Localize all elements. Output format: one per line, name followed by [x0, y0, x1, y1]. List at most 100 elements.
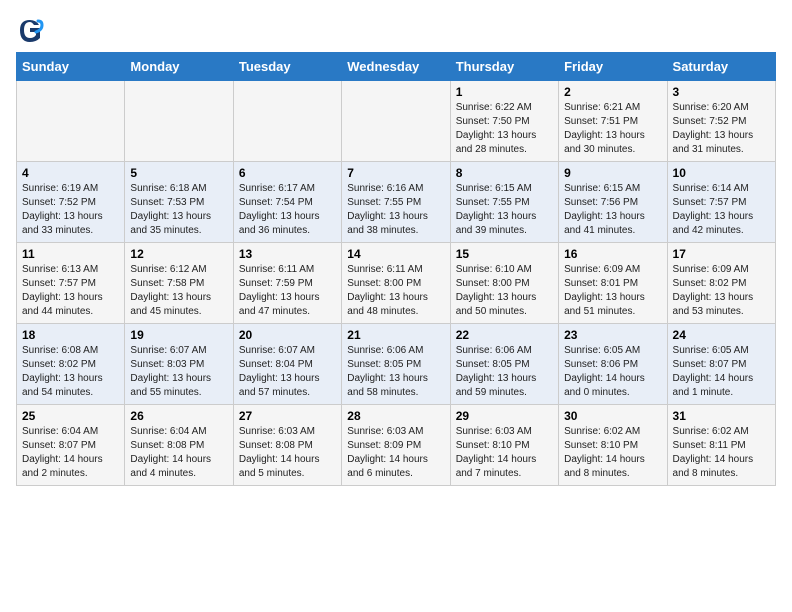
- day-info: Sunrise: 6:20 AM Sunset: 7:52 PM Dayligh…: [673, 101, 770, 157]
- calendar-cell: 23 Sunrise: 6:05 AM Sunset: 8:06 PM Dayli…: [559, 324, 667, 405]
- day-number: 18: [22, 328, 119, 342]
- day-info: Sunrise: 6:15 AM Sunset: 7:56 PM Dayligh…: [564, 182, 661, 238]
- calendar-cell: 31Sunrise: 6:02 AM Sunset: 8:11 PM Dayli…: [667, 405, 775, 486]
- day-number: 23: [564, 328, 661, 342]
- calendar-cell: 1 Sunrise: 6:22 AM Sunset: 7:50 PM Daylig…: [450, 81, 558, 162]
- calendar-cell: 17 Sunrise: 6:09 AM Sunset: 8:02 PM Dayli…: [667, 243, 775, 324]
- day-info: Sunrise: 6:02 AM Sunset: 8:10 PM Dayligh…: [564, 425, 661, 481]
- day-number: 4: [22, 166, 119, 180]
- calendar-cell: [342, 81, 450, 162]
- calendar-cell: 7 Sunrise: 6:16 AM Sunset: 7:55 PM Daylig…: [342, 162, 450, 243]
- day-number: 13: [239, 247, 336, 261]
- day-info: Sunrise: 6:07 AM Sunset: 8:03 PM Dayligh…: [130, 344, 227, 400]
- day-info: Sunrise: 6:21 AM Sunset: 7:51 PM Dayligh…: [564, 101, 661, 157]
- day-info: Sunrise: 6:16 AM Sunset: 7:55 PM Dayligh…: [347, 182, 444, 238]
- calendar-cell: 21 Sunrise: 6:06 AM Sunset: 8:05 PM Dayli…: [342, 324, 450, 405]
- day-info: Sunrise: 6:04 AM Sunset: 8:08 PM Dayligh…: [130, 425, 227, 481]
- day-info: Sunrise: 6:15 AM Sunset: 7:55 PM Dayligh…: [456, 182, 553, 238]
- day-number: 17: [673, 247, 770, 261]
- day-number: 29: [456, 409, 553, 423]
- calendar-cell: 20 Sunrise: 6:07 AM Sunset: 8:04 PM Dayli…: [233, 324, 341, 405]
- day-number: 20: [239, 328, 336, 342]
- calendar-cell: 2 Sunrise: 6:21 AM Sunset: 7:51 PM Daylig…: [559, 81, 667, 162]
- day-info: Sunrise: 6:10 AM Sunset: 8:00 PM Dayligh…: [456, 263, 553, 319]
- calendar-cell: 24Sunrise: 6:05 AM Sunset: 8:07 PM Dayli…: [667, 324, 775, 405]
- day-info: Sunrise: 6:07 AM Sunset: 8:04 PM Dayligh…: [239, 344, 336, 400]
- day-info: Sunrise: 6:03 AM Sunset: 8:08 PM Dayligh…: [239, 425, 336, 481]
- day-info: Sunrise: 6:06 AM Sunset: 8:05 PM Dayligh…: [456, 344, 553, 400]
- day-number: 19: [130, 328, 227, 342]
- day-info: Sunrise: 6:03 AM Sunset: 8:10 PM Dayligh…: [456, 425, 553, 481]
- day-info: Sunrise: 6:22 AM Sunset: 7:50 PM Dayligh…: [456, 101, 553, 157]
- day-number: 7: [347, 166, 444, 180]
- calendar-cell: 18 Sunrise: 6:08 AM Sunset: 8:02 PM Dayli…: [17, 324, 125, 405]
- calendar-table: SundayMondayTuesdayWednesdayThursdayFrid…: [16, 52, 776, 486]
- weekday-header: Sunday: [17, 53, 125, 81]
- calendar-cell: 13 Sunrise: 6:11 AM Sunset: 7:59 PM Dayli…: [233, 243, 341, 324]
- day-number: 26: [130, 409, 227, 423]
- day-number: 9: [564, 166, 661, 180]
- calendar-cell: 25 Sunrise: 6:04 AM Sunset: 8:07 PM Dayli…: [17, 405, 125, 486]
- calendar-cell: 5 Sunrise: 6:18 AM Sunset: 7:53 PM Daylig…: [125, 162, 233, 243]
- page-header: [16, 16, 776, 44]
- calendar-cell: [17, 81, 125, 162]
- calendar-week-row: 25 Sunrise: 6:04 AM Sunset: 8:07 PM Dayli…: [17, 405, 776, 486]
- day-info: Sunrise: 6:18 AM Sunset: 7:53 PM Dayligh…: [130, 182, 227, 238]
- calendar-cell: 10Sunrise: 6:14 AM Sunset: 7:57 PM Dayli…: [667, 162, 775, 243]
- calendar-cell: 26 Sunrise: 6:04 AM Sunset: 8:08 PM Dayli…: [125, 405, 233, 486]
- weekday-header: Saturday: [667, 53, 775, 81]
- day-info: Sunrise: 6:09 AM Sunset: 8:02 PM Dayligh…: [673, 263, 770, 319]
- day-info: Sunrise: 6:09 AM Sunset: 8:01 PM Dayligh…: [564, 263, 661, 319]
- calendar-cell: 16 Sunrise: 6:09 AM Sunset: 8:01 PM Dayli…: [559, 243, 667, 324]
- day-number: 25: [22, 409, 119, 423]
- day-number: 2: [564, 85, 661, 99]
- logo: [16, 16, 46, 44]
- weekday-header: Tuesday: [233, 53, 341, 81]
- logo-icon: [16, 16, 44, 44]
- calendar-week-row: 18 Sunrise: 6:08 AM Sunset: 8:02 PM Dayli…: [17, 324, 776, 405]
- day-info: Sunrise: 6:04 AM Sunset: 8:07 PM Dayligh…: [22, 425, 119, 481]
- calendar-cell: 22Sunrise: 6:06 AM Sunset: 8:05 PM Dayli…: [450, 324, 558, 405]
- calendar-cell: 11 Sunrise: 6:13 AM Sunset: 7:57 PM Dayli…: [17, 243, 125, 324]
- calendar-cell: 15 Sunrise: 6:10 AM Sunset: 8:00 PM Dayli…: [450, 243, 558, 324]
- day-number: 10: [673, 166, 770, 180]
- day-info: Sunrise: 6:12 AM Sunset: 7:58 PM Dayligh…: [130, 263, 227, 319]
- calendar-cell: 14Sunrise: 6:11 AM Sunset: 8:00 PM Dayli…: [342, 243, 450, 324]
- day-number: 1: [456, 85, 553, 99]
- day-info: Sunrise: 6:08 AM Sunset: 8:02 PM Dayligh…: [22, 344, 119, 400]
- day-number: 24: [673, 328, 770, 342]
- calendar-cell: [125, 81, 233, 162]
- day-number: 15: [456, 247, 553, 261]
- calendar-cell: 4 Sunrise: 6:19 AM Sunset: 7:52 PM Daylig…: [17, 162, 125, 243]
- day-info: Sunrise: 6:19 AM Sunset: 7:52 PM Dayligh…: [22, 182, 119, 238]
- weekday-header: Thursday: [450, 53, 558, 81]
- day-info: Sunrise: 6:03 AM Sunset: 8:09 PM Dayligh…: [347, 425, 444, 481]
- day-number: 11: [22, 247, 119, 261]
- day-info: Sunrise: 6:06 AM Sunset: 8:05 PM Dayligh…: [347, 344, 444, 400]
- day-info: Sunrise: 6:17 AM Sunset: 7:54 PM Dayligh…: [239, 182, 336, 238]
- calendar-cell: 19 Sunrise: 6:07 AM Sunset: 8:03 PM Dayli…: [125, 324, 233, 405]
- day-number: 30: [564, 409, 661, 423]
- calendar-cell: 8Sunrise: 6:15 AM Sunset: 7:55 PM Daylig…: [450, 162, 558, 243]
- calendar-cell: 3 Sunrise: 6:20 AM Sunset: 7:52 PM Daylig…: [667, 81, 775, 162]
- weekday-header-row: SundayMondayTuesdayWednesdayThursdayFrid…: [17, 53, 776, 81]
- weekday-header: Wednesday: [342, 53, 450, 81]
- day-number: 16: [564, 247, 661, 261]
- day-number: 3: [673, 85, 770, 99]
- calendar-cell: 27Sunrise: 6:03 AM Sunset: 8:08 PM Dayli…: [233, 405, 341, 486]
- calendar-week-row: 4 Sunrise: 6:19 AM Sunset: 7:52 PM Daylig…: [17, 162, 776, 243]
- day-info: Sunrise: 6:05 AM Sunset: 8:06 PM Dayligh…: [564, 344, 661, 400]
- calendar-week-row: 1 Sunrise: 6:22 AM Sunset: 7:50 PM Daylig…: [17, 81, 776, 162]
- calendar-cell: 28Sunrise: 6:03 AM Sunset: 8:09 PM Dayli…: [342, 405, 450, 486]
- day-number: 5: [130, 166, 227, 180]
- calendar-cell: 30 Sunrise: 6:02 AM Sunset: 8:10 PM Dayli…: [559, 405, 667, 486]
- calendar-week-row: 11 Sunrise: 6:13 AM Sunset: 7:57 PM Dayli…: [17, 243, 776, 324]
- day-info: Sunrise: 6:13 AM Sunset: 7:57 PM Dayligh…: [22, 263, 119, 319]
- day-number: 21: [347, 328, 444, 342]
- weekday-header: Monday: [125, 53, 233, 81]
- day-info: Sunrise: 6:02 AM Sunset: 8:11 PM Dayligh…: [673, 425, 770, 481]
- calendar-cell: 6 Sunrise: 6:17 AM Sunset: 7:54 PM Daylig…: [233, 162, 341, 243]
- day-number: 12: [130, 247, 227, 261]
- day-info: Sunrise: 6:11 AM Sunset: 7:59 PM Dayligh…: [239, 263, 336, 319]
- day-number: 6: [239, 166, 336, 180]
